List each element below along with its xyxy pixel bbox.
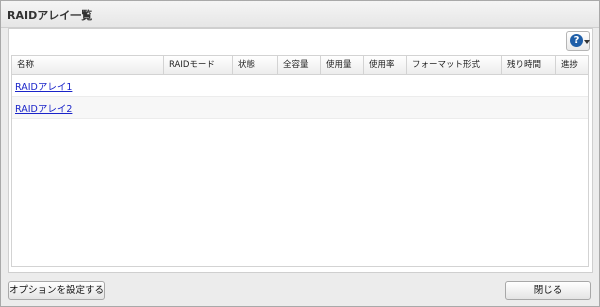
help-menu-button[interactable]: ? <box>566 31 590 51</box>
column-header-format-type[interactable]: フォーマット形式 <box>407 56 502 74</box>
column-header-used[interactable]: 使用量 <box>321 56 364 74</box>
column-header-progress[interactable]: 進捗 <box>556 56 588 74</box>
raid-array-link[interactable]: RAIDアレイ1 <box>15 79 72 93</box>
dialog-title: RAIDアレイ一覧 <box>7 9 93 22</box>
raid-array-table: 名称 RAIDモード 状態 全容量 使用量 使用率 フォーマット形式 残り時間 … <box>11 55 589 267</box>
set-options-button[interactable]: オプションを設定する <box>8 281 105 300</box>
table-header: 名称 RAIDモード 状態 全容量 使用量 使用率 フォーマット形式 残り時間 … <box>12 56 588 75</box>
help-icon: ? <box>570 34 583 47</box>
content-panel: ? 名称 RAIDモード 状態 全容量 使用量 使用率 フォーマット形式 残り時… <box>8 28 593 273</box>
column-header-status[interactable]: 状態 <box>233 56 278 74</box>
caret-down-icon <box>584 40 590 44</box>
raid-array-link[interactable]: RAIDアレイ2 <box>15 101 72 115</box>
column-header-usage-rate[interactable]: 使用率 <box>364 56 407 74</box>
table-row[interactable]: RAIDアレイ1 <box>12 75 588 97</box>
column-header-time-remaining[interactable]: 残り時間 <box>502 56 556 74</box>
column-header-raid-mode[interactable]: RAIDモード <box>164 56 233 74</box>
column-header-name[interactable]: 名称 <box>12 56 164 74</box>
table-row[interactable]: RAIDアレイ2 <box>12 97 588 119</box>
close-button[interactable]: 閉じる <box>505 281 591 300</box>
raid-array-list-dialog: RAIDアレイ一覧 ? 名称 RAIDモード 状態 全容量 使用量 使用率 フォ… <box>0 0 600 307</box>
column-header-total-capacity[interactable]: 全容量 <box>278 56 321 74</box>
dialog-titlebar: RAIDアレイ一覧 <box>1 1 599 28</box>
